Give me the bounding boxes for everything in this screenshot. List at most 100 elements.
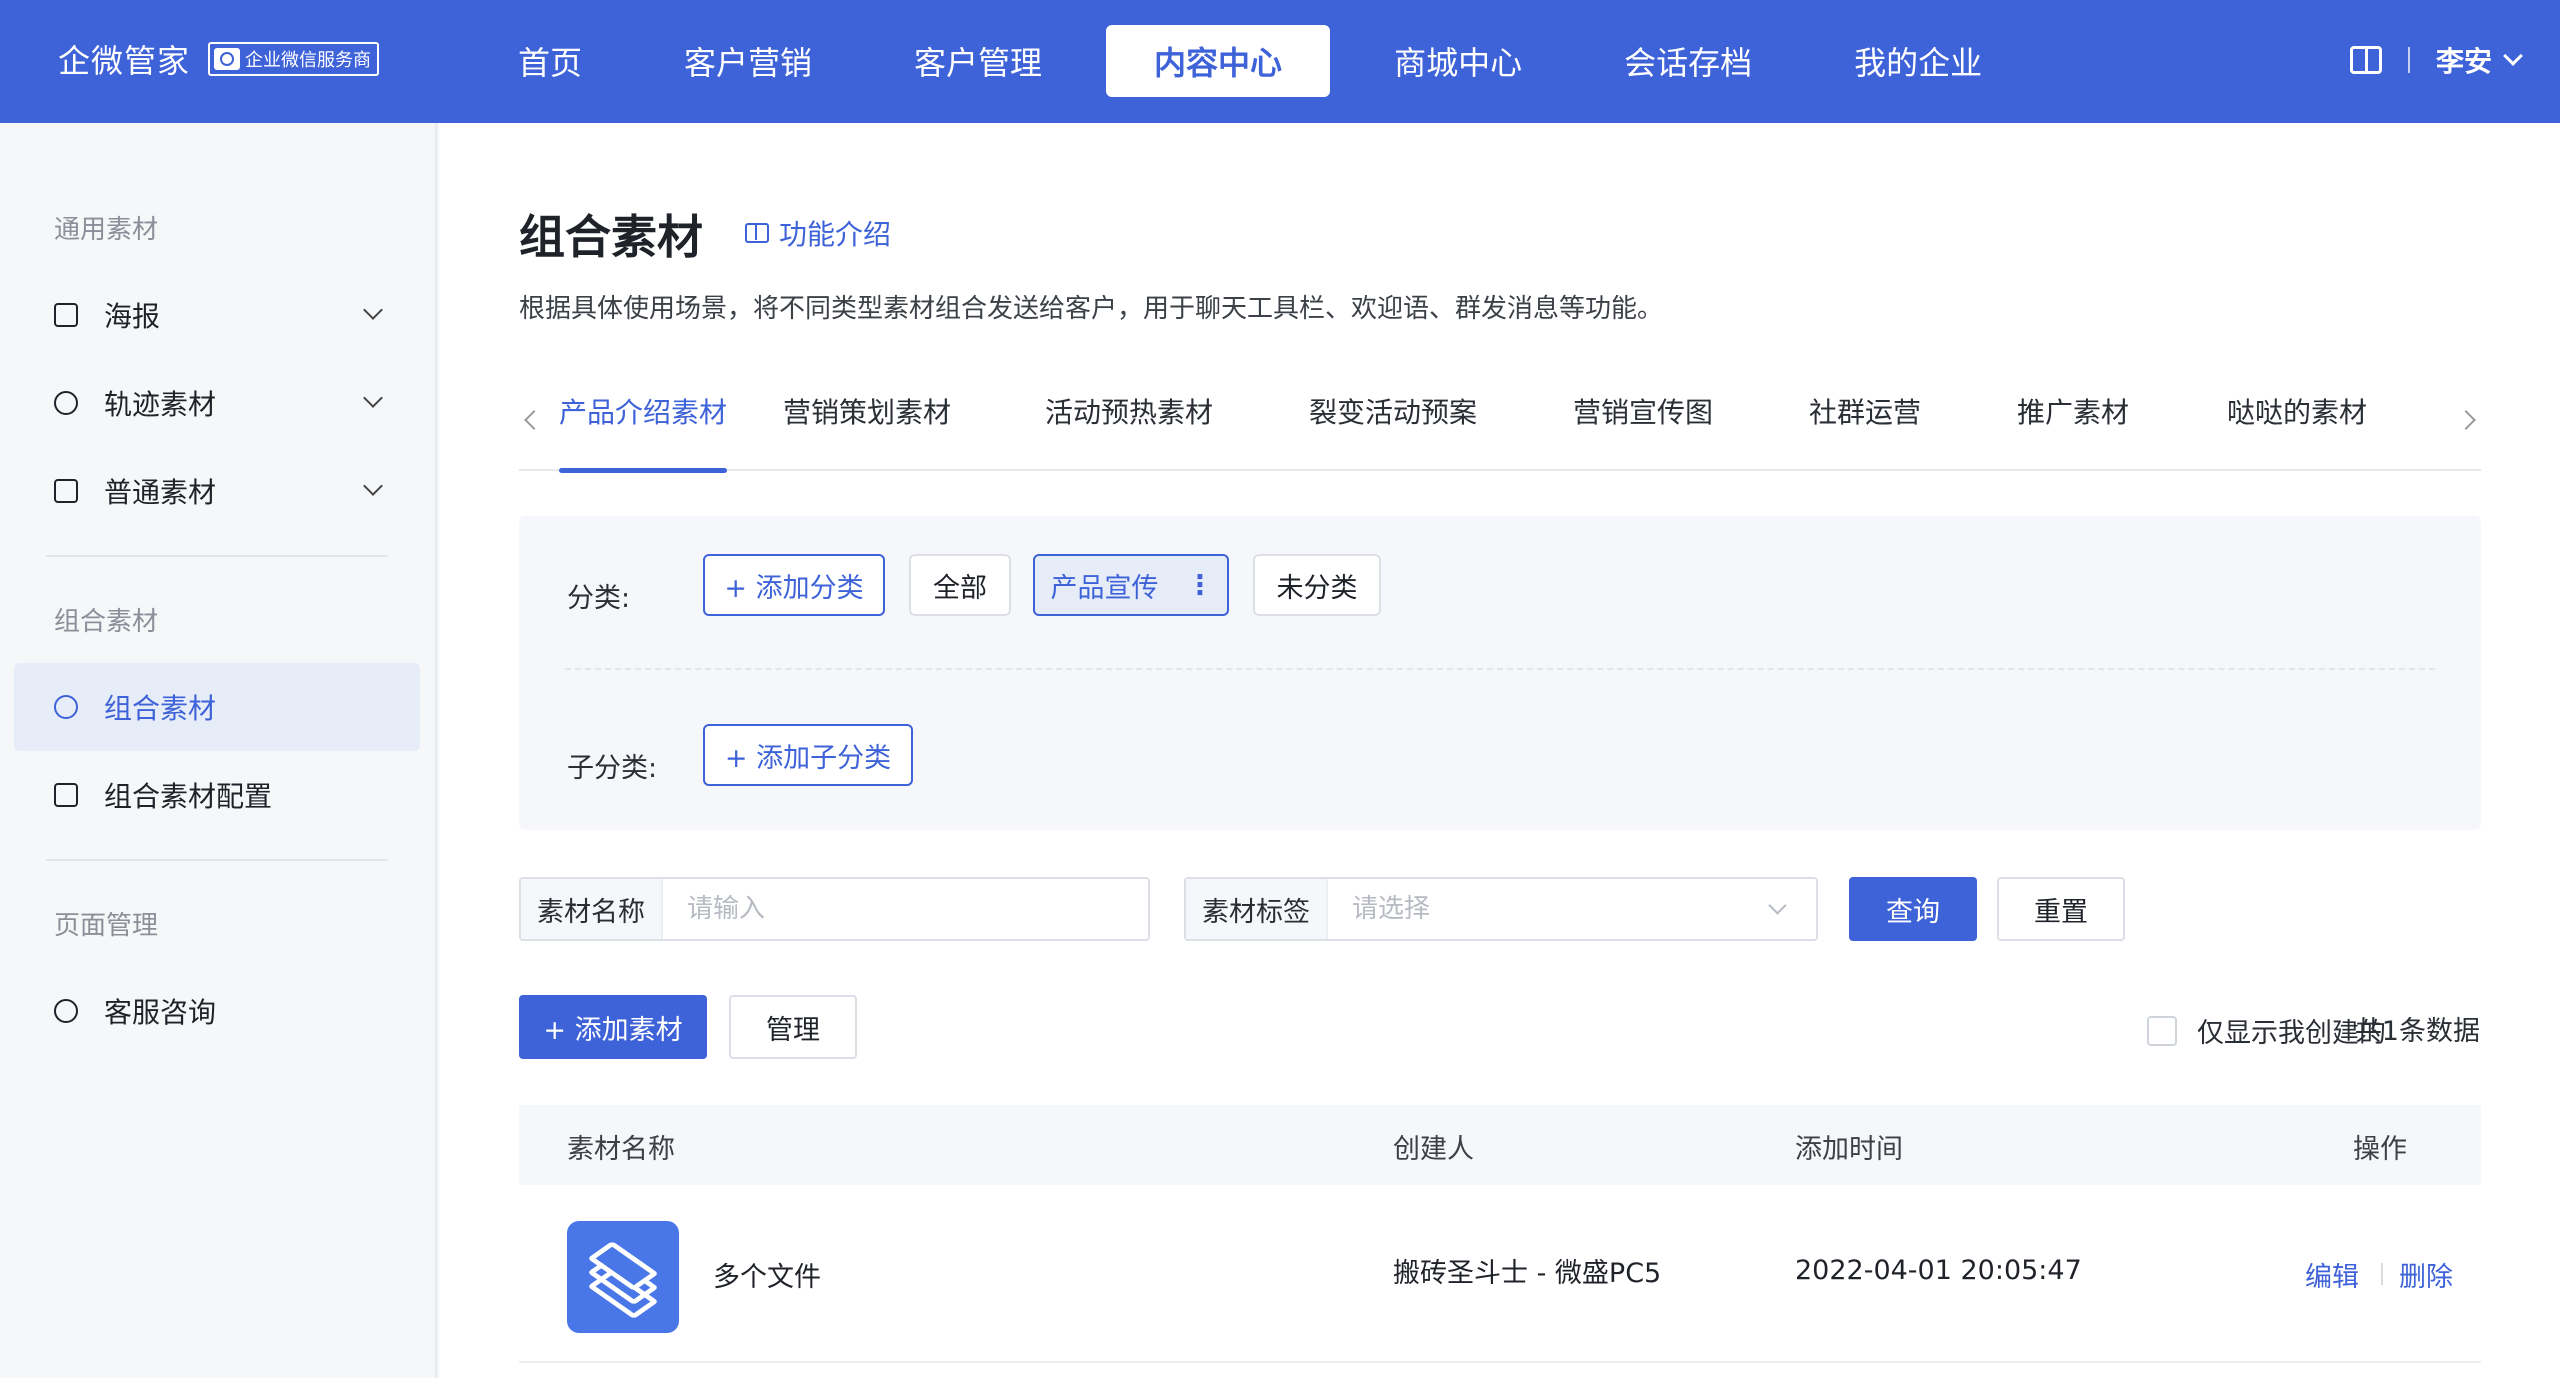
column-header: 添加时间	[1795, 1134, 1903, 1165]
brand-name: 企微管家	[58, 42, 191, 80]
category-label-text: 产品宣传	[1050, 572, 1159, 604]
more-icon[interactable]: ⋮	[1187, 570, 1214, 601]
badge-label: 企业微信服务商	[245, 50, 372, 71]
tab-promotion[interactable]: 推广素材	[2017, 393, 2129, 471]
nav-my-enterprise[interactable]: 我的企业	[1816, 25, 2020, 97]
service-provider-badge: 企业微信服务商	[208, 42, 380, 76]
sidebar-item-customer-service[interactable]: 客服咨询	[14, 967, 420, 1055]
column-header: 操作	[2353, 1134, 2407, 1165]
chevron-right-icon[interactable]	[2456, 410, 2476, 430]
sidebar-item-label: 普通素材	[104, 476, 217, 509]
category-uncategorized[interactable]: 未分类	[1253, 554, 1381, 616]
book-icon[interactable]	[2349, 46, 2382, 74]
sidebar-item-track[interactable]: 轨迹素材	[14, 359, 420, 447]
sidebar-item-label: 轨迹素材	[104, 388, 217, 421]
divider	[2381, 1263, 2383, 1285]
sidebar-item-normal[interactable]: 普通素材	[14, 447, 420, 535]
material-name-search: 素材名称	[519, 877, 1150, 941]
only-mine-filter[interactable]: 仅显示我创建的	[2147, 1011, 2386, 1050]
add-subcategory-button[interactable]: + 添加子分类	[703, 724, 913, 786]
wecom-icon	[214, 48, 241, 70]
query-button[interactable]: 查询	[1849, 877, 1977, 941]
image-icon	[54, 303, 78, 327]
top-right-area: 李安	[2349, 40, 2523, 80]
sidebar-item-label: 客服咨询	[104, 996, 217, 1029]
sidebar-group-title: 通用素材	[54, 215, 159, 245]
table-header: 素材名称 创建人 添加时间 操作	[519, 1105, 2481, 1185]
feature-intro-link[interactable]: 功能介绍	[745, 213, 891, 253]
nav-chat-archive[interactable]: 会话存档	[1586, 25, 1790, 97]
tab-marketing-plan[interactable]: 营销策划素材	[783, 393, 951, 471]
nav-content-center[interactable]: 内容中心	[1106, 25, 1331, 97]
category-label: 分类:	[567, 583, 631, 614]
nav-mall-center[interactable]: 商城中心	[1356, 25, 1560, 97]
top-bar: 企微管家 企业微信服务商 首页 客户营销 客户管理 内容中心 商城中心 会话存档…	[0, 0, 2560, 123]
tab-community[interactable]: 社群运营	[1809, 393, 1921, 471]
user-name[interactable]: 李安	[2436, 40, 2492, 80]
delete-link[interactable]: 删除	[2399, 1255, 2453, 1294]
main-content: 组合素材 功能介绍 根据具体使用场景，将不同类型素材组合发送给客户，用于聊天工具…	[439, 123, 2560, 1378]
category-tabs: 产品介绍素材 营销策划素材 活动预热素材 裂变活动预案 营销宣传图 社群运营 推…	[519, 393, 2481, 473]
page-title: 组合素材	[519, 210, 703, 264]
combo-icon	[54, 695, 78, 719]
sidebar-divider	[46, 555, 388, 557]
sidebar-group-title: 组合素材	[54, 607, 159, 637]
sidebar: 通用素材 海报 轨迹素材 普通素材 组合素材 组合素材 组合素材配置 页面管理 …	[0, 123, 437, 1378]
nav-customer-management[interactable]: 客户管理	[876, 25, 1080, 97]
add-category-button[interactable]: + 添加分类	[703, 554, 885, 616]
chevron-left-icon[interactable]	[524, 410, 544, 430]
subcategory-label: 子分类:	[567, 753, 658, 784]
material-name: 多个文件	[713, 1262, 821, 1293]
add-material-button[interactable]: + 添加素材	[519, 995, 707, 1059]
material-name-label: 素材名称	[521, 879, 663, 939]
page-description: 根据具体使用场景，将不同类型素材组合发送给客户，用于聊天工具栏、欢迎语、群发消息…	[519, 294, 1664, 324]
material-tag-input[interactable]	[1328, 880, 1816, 938]
sidebar-group-title: 页面管理	[54, 911, 159, 941]
material-tag-select[interactable]: 素材标签	[1184, 877, 1818, 941]
sidebar-divider	[46, 859, 388, 861]
sidebar-item-label: 组合素材	[104, 692, 217, 725]
sidebar-item-combo[interactable]: 组合素材	[14, 663, 420, 751]
headset-icon	[54, 999, 78, 1023]
creator: 搬砖圣斗士 - 微盛PC5	[1393, 1258, 1662, 1289]
filter-panel: 分类: + 添加分类 全部 产品宣传 ⋮ 未分类 子分类: + 添加子分类	[519, 516, 2481, 830]
row-count: 共1条数据	[2354, 1016, 2480, 1047]
added-time: 2022-04-01 20:05:47	[1795, 1255, 2082, 1286]
chevron-down-icon	[363, 388, 383, 408]
tab-dada[interactable]: 哒哒的素材	[2227, 393, 2367, 471]
user-pin-icon	[54, 391, 78, 415]
reset-button[interactable]: 重置	[1997, 877, 2125, 941]
chevron-down-icon	[363, 476, 383, 496]
image-add-icon	[54, 479, 78, 503]
sidebar-item-label: 海报	[104, 300, 161, 333]
table-row: 多个文件 搬砖圣斗士 - 微盛PC5 2022-04-01 20:05:47 编…	[519, 1185, 2481, 1363]
only-mine-checkbox[interactable]	[2147, 1015, 2177, 1046]
main-nav: 首页 客户营销 客户管理 内容中心 商城中心 会话存档 我的企业	[480, 25, 2046, 97]
material-tag-label: 素材标签	[1186, 879, 1328, 939]
material-table: 素材名称 创建人 添加时间 操作 多个文件 搬砖圣斗士 - 微盛PC5 2022…	[519, 1105, 2481, 1363]
tab-promo-image[interactable]: 营销宣传图	[1573, 393, 1713, 471]
copy-icon	[54, 783, 78, 807]
column-header: 素材名称	[567, 1134, 675, 1165]
material-name-input[interactable]	[663, 880, 1148, 938]
sidebar-item-poster[interactable]: 海报	[14, 271, 420, 359]
chevron-down-icon[interactable]	[2503, 46, 2523, 66]
nav-home[interactable]: 首页	[480, 25, 620, 97]
edit-link[interactable]: 编辑	[2305, 1255, 2359, 1294]
nav-customer-marketing[interactable]: 客户营销	[646, 25, 850, 97]
tab-product-intro[interactable]: 产品介绍素材	[559, 393, 728, 473]
category-product-promo[interactable]: 产品宣传 ⋮	[1033, 554, 1229, 616]
tab-event-warmup[interactable]: 活动预热素材	[1045, 393, 1213, 471]
tab-fission-plan[interactable]: 裂变活动预案	[1309, 393, 1477, 471]
divider	[2407, 47, 2410, 73]
category-all[interactable]: 全部	[909, 554, 1011, 616]
brand[interactable]: 企微管家 企业微信服务商	[58, 36, 380, 82]
feature-intro-label: 功能介绍	[779, 218, 892, 251]
chevron-down-icon	[363, 300, 383, 320]
manage-button[interactable]: 管理	[729, 995, 857, 1059]
book-icon	[745, 223, 769, 243]
column-header: 创建人	[1393, 1134, 1474, 1165]
sidebar-item-label: 组合素材配置	[104, 780, 273, 813]
layers-icon	[567, 1221, 679, 1333]
sidebar-item-combo-config[interactable]: 组合素材配置	[14, 751, 420, 839]
